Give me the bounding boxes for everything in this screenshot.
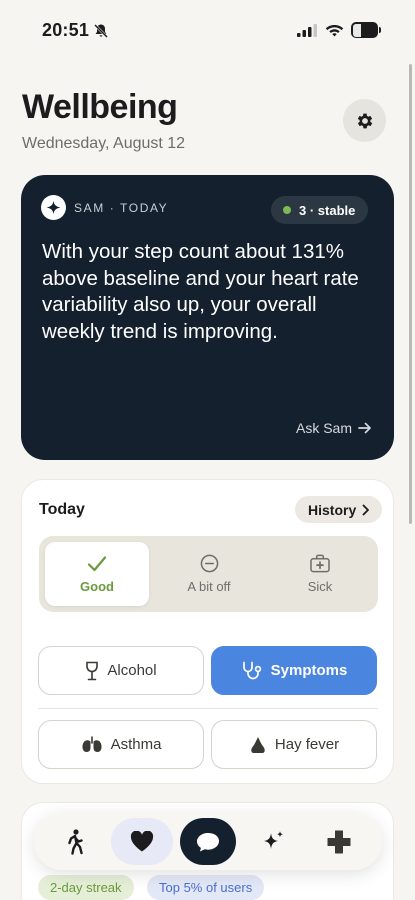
checkmark-icon — [87, 555, 107, 571]
battery-indicator: 35 — [351, 22, 378, 38]
minus-circle-icon — [200, 554, 218, 573]
chat-bubble-icon — [197, 832, 219, 851]
battery-level: 35 — [361, 24, 374, 36]
sparkle-icon — [264, 830, 283, 849]
mood-option-good[interactable]: Good — [45, 542, 149, 606]
insight-card[interactable]: SAM · TODAY 3 · stable With your step co… — [21, 175, 394, 460]
cellular-signal-icon — [297, 24, 317, 37]
mood-option-a-bit-off[interactable]: A bit off — [157, 542, 261, 606]
streak-badge: 2-day streak — [38, 875, 134, 900]
status-time: 20:51 — [42, 20, 90, 40]
heart-icon — [130, 831, 154, 852]
mood-label: Good — [80, 578, 114, 594]
insight-source-label: SAM · TODAY — [74, 201, 169, 215]
today-title: Today — [39, 501, 85, 518]
insight-message: With your step count about 131% above ba… — [42, 240, 359, 343]
mood-label: Sick — [307, 579, 333, 594]
history-label: History — [308, 501, 357, 518]
factor-label: Asthma — [110, 736, 162, 753]
history-button[interactable]: History — [295, 496, 383, 523]
tab-chat[interactable] — [180, 818, 236, 865]
nose-icon — [251, 736, 265, 753]
ask-sam-label: Ask Sam — [295, 420, 352, 436]
factor-chip-hay-fever[interactable]: Hay fever — [211, 720, 377, 769]
gear-icon — [357, 113, 372, 128]
stethoscope-icon — [242, 661, 261, 679]
medical-cross-icon — [327, 830, 351, 853]
tab-activity[interactable] — [46, 818, 104, 865]
ask-sam-link[interactable]: Ask Sam — [296, 420, 372, 436]
page-date: Wednesday, August 12 — [22, 135, 186, 152]
bell-muted-icon — [94, 24, 108, 38]
chevron-right-icon — [362, 504, 370, 515]
sam-logo — [41, 195, 66, 220]
status-badge: 3 · stable — [271, 196, 369, 224]
factor-label: Symptoms — [270, 662, 348, 679]
medical-kit-icon — [310, 554, 330, 573]
factor-label: Alcohol — [107, 662, 157, 679]
factor-chip-symptoms[interactable]: Symptoms — [211, 646, 377, 695]
mood-option-sick[interactable]: Sick — [268, 542, 372, 606]
bottom-tab-bar — [34, 813, 382, 870]
settings-button[interactable] — [343, 99, 386, 142]
today-card: Today History Good A bit off Sick Alcoho… — [21, 479, 394, 784]
factor-chip-alcohol[interactable]: Alcohol — [38, 646, 204, 695]
battery-nub — [379, 27, 381, 33]
mood-label: A bit off — [187, 579, 231, 594]
lungs-icon — [82, 735, 102, 752]
status-bar: 20:51 35 — [0, 0, 415, 60]
status-badge-label: 3 · stable — [299, 202, 356, 218]
mood-selector: Good A bit off Sick — [39, 536, 378, 612]
sparkle-logo-icon — [46, 200, 61, 215]
tab-health[interactable] — [111, 818, 173, 865]
tab-insights[interactable] — [244, 818, 302, 865]
arrow-right-icon — [358, 422, 371, 434]
status-dot — [283, 206, 291, 214]
walking-person-icon — [68, 828, 83, 855]
rank-badge: Top 5% of users — [147, 875, 265, 900]
wine-glass-icon — [86, 661, 99, 680]
tab-medical[interactable] — [310, 818, 368, 865]
divider — [38, 708, 378, 709]
factor-label: Hay fever — [274, 736, 340, 753]
page-title: Wellbeing — [22, 88, 178, 126]
scrollbar[interactable] — [409, 64, 412, 524]
wifi-icon — [325, 25, 344, 37]
factor-chip-asthma[interactable]: Asthma — [38, 720, 204, 769]
